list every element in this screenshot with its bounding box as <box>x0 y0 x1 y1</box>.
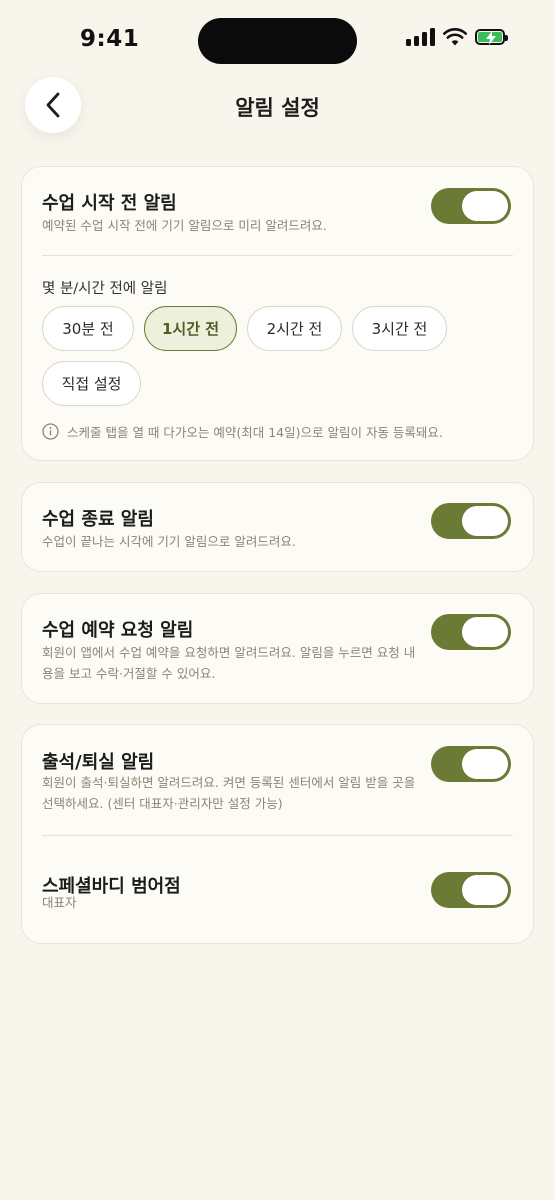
class-start-description: 예약된 수업 시작 전에 기기 알림으로 미리 알려드려요. <box>42 218 327 233</box>
class-start-title: 수업 시작 전 알림 <box>42 193 177 214</box>
divider <box>42 255 513 256</box>
status-bar: 9:41 <box>0 0 555 80</box>
info-text: 스케줄 탭을 열 때 다가오는 예약(최대 14일)으로 알림이 자동 등록돼요… <box>67 425 443 440</box>
class-end-card: 수업 종료 알림 수업이 끝나는 시각에 기기 알림으로 알려드려요. <box>21 482 534 572</box>
timing-label: 몇 분/시간 전에 알림 <box>42 281 168 297</box>
attendance-card: 출석/퇴실 알림 회원이 출석·퇴실하면 알려드려요. 켜면 등록된 센터에서 … <box>21 724 534 944</box>
booking-request-description: 회원이 앱에서 수업 예약을 요청하면 알려드려요. 알림을 누르면 요청 내용… <box>42 645 416 681</box>
info-row: 스케줄 탭을 열 때 다가오는 예약(최대 14일)으로 알림이 자동 등록돼요… <box>42 422 443 441</box>
toggle-knob <box>462 191 508 221</box>
notification-settings-screen: 9:41 알림 설정 수업 시작 전 알림 예약된 수업 시작 전에 기기 알림… <box>0 0 555 1200</box>
battery-icon <box>475 29 508 45</box>
attendance-title: 출석/퇴실 알림 <box>42 752 155 773</box>
toggle-knob <box>462 875 508 905</box>
toggle-knob <box>462 617 508 647</box>
class-start-toggle[interactable] <box>431 188 511 224</box>
class-end-title: 수업 종료 알림 <box>42 509 154 530</box>
toggle-knob <box>462 506 508 536</box>
booking-request-toggle[interactable] <box>431 614 511 650</box>
option-3hour-chip[interactable]: 3시간 전 <box>352 306 447 351</box>
divider <box>42 835 513 836</box>
option-1hour-chip[interactable]: 1시간 전 <box>144 306 237 351</box>
option-custom-chip[interactable]: 직접 설정 <box>42 361 141 406</box>
info-icon <box>42 423 59 440</box>
status-time: 9:41 <box>80 26 140 52</box>
dynamic-island <box>198 18 357 64</box>
booking-request-card: 수업 예약 요청 알림 회원이 앱에서 수업 예약을 요청하면 알려드려요. 알… <box>21 593 534 704</box>
center-role: 대표자 <box>42 895 77 910</box>
class-end-toggle[interactable] <box>431 503 511 539</box>
charging-bolt-icon <box>486 31 496 45</box>
cellular-signal-icon <box>406 28 435 46</box>
class-end-description: 수업이 끝나는 시각에 기기 알림으로 알려드려요. <box>42 534 296 549</box>
class-start-card: 수업 시작 전 알림 예약된 수업 시작 전에 기기 알림으로 미리 알려드려요… <box>21 166 534 461</box>
option-30min-chip[interactable]: 30분 전 <box>42 306 134 351</box>
page-title: 알림 설정 <box>235 96 320 120</box>
option-2hour-chip[interactable]: 2시간 전 <box>247 306 342 351</box>
center-toggle[interactable] <box>431 872 511 908</box>
attendance-description: 회원이 출석·퇴실하면 알려드려요. 켜면 등록된 센터에서 알림 받을 곳을 … <box>42 775 416 811</box>
attendance-toggle[interactable] <box>431 746 511 782</box>
booking-request-title: 수업 예약 요청 알림 <box>42 620 194 641</box>
wifi-icon <box>443 28 467 46</box>
toggle-knob <box>462 749 508 779</box>
status-icons <box>406 28 508 46</box>
